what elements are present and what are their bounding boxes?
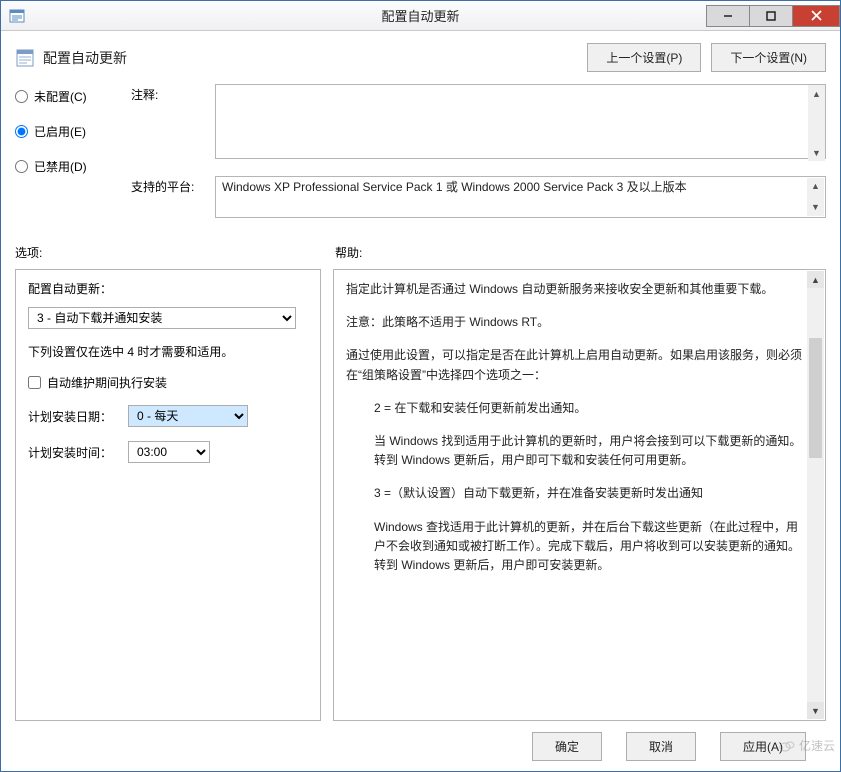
scroll-up-icon[interactable]: ▲ (807, 271, 824, 288)
help-paragraph: Windows 查找适用于此计算机的更新，并在后台下载这些更新（在此过程中，用户… (346, 518, 803, 576)
help-panel: 指定此计算机是否通过 Windows 自动更新服务来接收安全更新和其他重要下载。… (333, 269, 826, 721)
window-icon (9, 8, 25, 24)
scroll-down-icon[interactable]: ▼ (808, 144, 825, 161)
scrollbar-thumb[interactable] (809, 338, 822, 458)
titlebar: 配置自动更新 (1, 1, 840, 31)
maximize-button[interactable] (749, 5, 793, 27)
radio-label: 已禁用(D) (34, 158, 87, 175)
help-paragraph: 当 Windows 找到适用于此计算机的更新时，用户将会接到可以下载更新的通知。… (346, 432, 803, 470)
radio-label: 未配置(C) (34, 88, 87, 105)
radio-enabled[interactable]: 已启用(E) (15, 123, 125, 140)
radio-not-configured[interactable]: 未配置(C) (15, 88, 125, 105)
next-setting-button[interactable]: 下一个设置(N) (711, 43, 826, 72)
apply-button[interactable]: 应用(A) (720, 732, 806, 761)
option-note: 下列设置仅在选中 4 时才需要和适用。 (28, 343, 308, 360)
schedule-time-label: 计划安装时间： (28, 444, 128, 461)
help-paragraph: 指定此计算机是否通过 Windows 自动更新服务来接收安全更新和其他重要下载。 (346, 280, 803, 299)
page-title: 配置自动更新 (43, 48, 127, 68)
checkbox-label: 自动维护期间执行安装 (47, 374, 167, 391)
cancel-button[interactable]: 取消 (626, 732, 696, 761)
radio-disabled-input[interactable] (15, 160, 28, 173)
scroll-up-icon[interactable]: ▲ (807, 178, 824, 195)
scrollbar[interactable]: ▲ ▼ (808, 85, 825, 161)
close-button[interactable] (792, 5, 840, 27)
supported-platform-box: Windows XP Professional Service Pack 1 或… (215, 176, 826, 218)
help-paragraph: 注意：此策略不适用于 Windows RT。 (346, 313, 803, 332)
prev-setting-button[interactable]: 上一个设置(P) (587, 43, 701, 72)
scrollbar[interactable]: ▲ ▼ (807, 178, 824, 216)
help-scrollbar[interactable]: ▲ ▼ (807, 271, 824, 719)
radio-enabled-input[interactable] (15, 125, 28, 138)
platform-value: Windows XP Professional Service Pack 1 或… (222, 180, 687, 194)
comment-textarea[interactable] (215, 84, 826, 159)
radio-disabled[interactable]: 已禁用(D) (15, 158, 125, 175)
config-update-label: 配置自动更新： (28, 280, 308, 297)
scroll-up-icon[interactable]: ▲ (808, 85, 825, 102)
radio-label: 已启用(E) (34, 123, 86, 140)
policy-editor-window: 配置自动更新 配置自动更新 上一个设置(P) 下一个设置(N) 未配置(C) (0, 0, 841, 772)
scroll-down-icon[interactable]: ▼ (807, 199, 824, 216)
help-paragraph: 通过使用此设置，可以指定是否在此计算机上启用自动更新。如果启用该服务，则必须在“… (346, 346, 803, 384)
ok-button[interactable]: 确定 (532, 732, 602, 761)
schedule-date-label: 计划安装日期： (28, 408, 128, 425)
platform-label: 支持的平台: (125, 176, 215, 195)
help-section-label: 帮助: (335, 244, 362, 261)
options-section-label: 选项: (15, 244, 335, 261)
scroll-down-icon[interactable]: ▼ (807, 702, 824, 719)
schedule-date-select[interactable]: 0 - 每天 (128, 405, 248, 427)
window-controls (707, 5, 840, 27)
radio-not-configured-input[interactable] (15, 90, 28, 103)
minimize-button[interactable] (706, 5, 750, 27)
policy-page-icon (15, 48, 35, 68)
options-panel: 配置自动更新： 3 - 自动下载并通知安装 下列设置仅在选中 4 时才需要和适用… (15, 269, 321, 721)
help-paragraph: 2 = 在下载和安装任何更新前发出通知。 (346, 399, 803, 418)
state-radio-group: 未配置(C) 已启用(E) 已禁用(D) (15, 84, 125, 232)
help-paragraph: 3 =（默认设置）自动下载更新，并在准备安装更新时发出通知 (346, 484, 803, 503)
maintenance-checkbox-row[interactable]: 自动维护期间执行安装 (28, 374, 308, 391)
dialog-footer: 确定 取消 应用(A) (15, 721, 826, 771)
config-update-select[interactable]: 3 - 自动下载并通知安装 (28, 307, 296, 329)
comment-label: 注释: (125, 84, 215, 103)
maintenance-checkbox[interactable] (28, 376, 41, 389)
header-row: 配置自动更新 上一个设置(P) 下一个设置(N) (15, 43, 826, 72)
schedule-time-select[interactable]: 03:00 (128, 441, 210, 463)
